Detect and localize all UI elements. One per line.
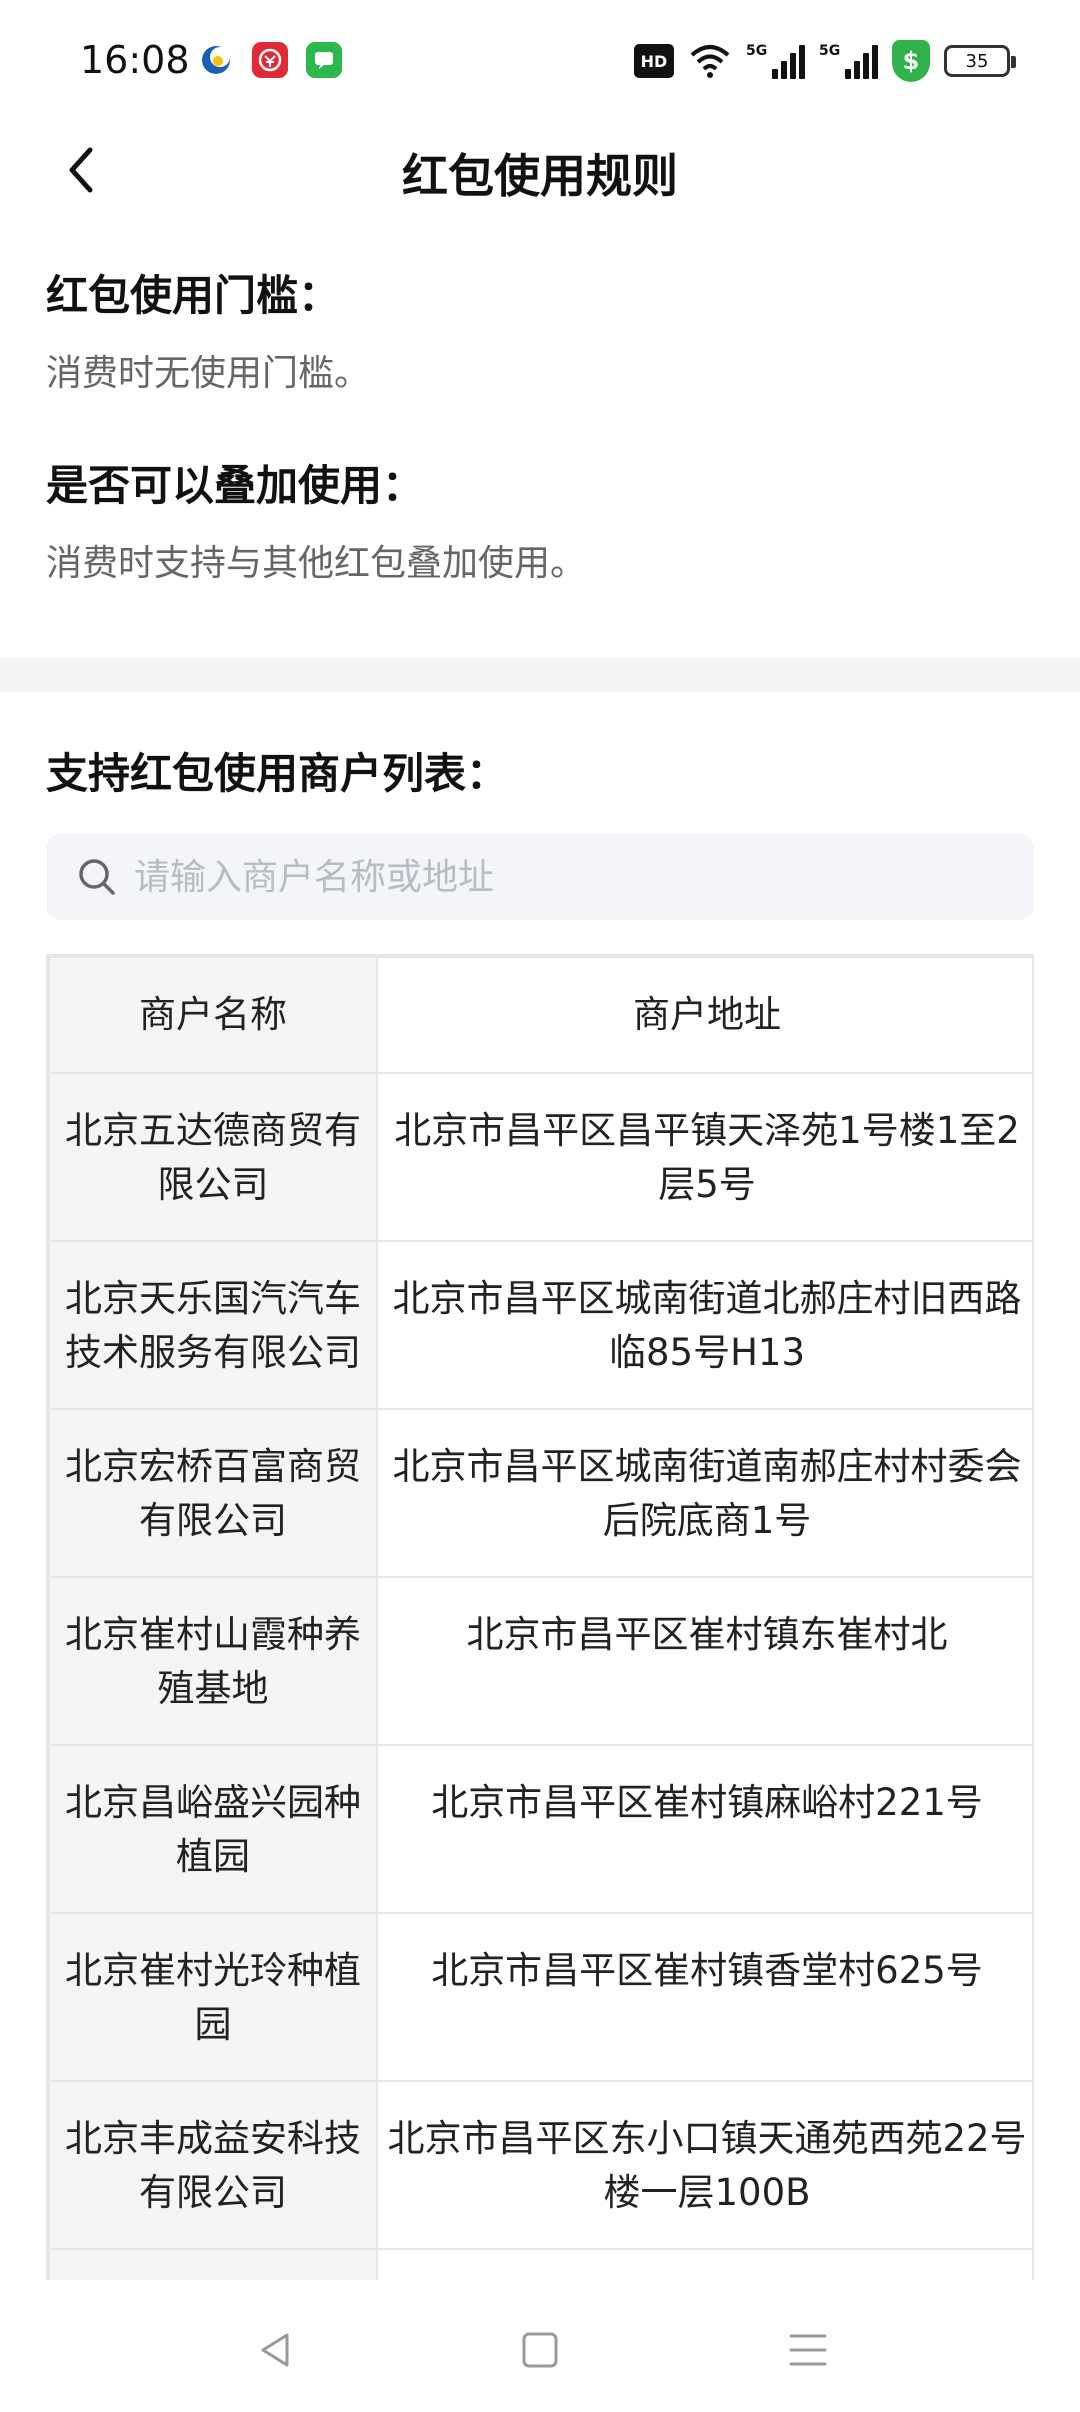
network-type-label: 5G: [819, 43, 841, 59]
battery-level: 35: [965, 50, 989, 72]
rule-text-threshold: 消费时无使用门槛。: [46, 353, 371, 394]
shield-icon: $: [892, 40, 930, 82]
merchant-name: [48, 2248, 378, 2280]
table-row: 北京宏桥百富商贸有限公司 北京市昌平区城南街道南郝庄村村委会后院底商1号: [48, 1408, 1032, 1578]
nav-menu-button[interactable]: [778, 2320, 838, 2380]
status-time: 16:08: [80, 38, 190, 82]
wechat-blue-moon-icon: [198, 42, 234, 78]
table-row: 北京崔村光玲种植园 北京市昌平区崔村镇香堂村625号: [48, 1912, 1032, 2082]
merchant-address: [376, 2248, 1032, 2280]
green-message-app-icon: [306, 42, 342, 78]
nav-home-button[interactable]: [510, 2320, 570, 2380]
hd-icon: HD: [634, 44, 674, 78]
battery-icon: 35: [944, 45, 1016, 77]
section-divider: [0, 658, 1080, 692]
search-icon: [79, 859, 115, 895]
page-header: 红包使用规则: [0, 122, 1080, 218]
signal-icon: 5G: [746, 43, 805, 79]
table-row: 北京五达德商贸有限公司 北京市昌平区昌平镇天泽苑1号楼1至2层5号: [48, 1072, 1032, 1242]
table-row: 北京崔村山霞种养殖基地 北京市昌平区崔村镇东崔村北: [48, 1576, 1032, 1746]
rule-heading-threshold: 红包使用门槛：: [46, 271, 341, 320]
merchant-name: 北京五达德商贸有限公司: [48, 1072, 378, 1242]
red-yuan-app-icon: [252, 42, 288, 78]
search-input[interactable]: [134, 856, 1014, 898]
table-row: 北京天乐国汽汽车技术服务有限公司 北京市昌平区城南街道北郝庄村旧西路临85号H1…: [48, 1240, 1032, 1410]
wifi-icon: [690, 45, 730, 78]
table-row: [48, 2248, 1032, 2280]
merchant-name: 北京昌峪盛兴园种植园: [48, 1744, 378, 1914]
page-title: 红包使用规则: [402, 149, 678, 203]
network-type-label: 5G: [746, 43, 768, 59]
merchant-name: 北京天乐国汽汽车技术服务有限公司: [48, 1240, 378, 1410]
signal-icon: 5G: [819, 43, 878, 79]
notification-icons: [198, 42, 342, 78]
table-row: 北京昌峪盛兴园种植园 北京市昌平区崔村镇麻峪村221号: [48, 1744, 1032, 1914]
menu-lines-icon: [789, 2334, 827, 2366]
merchant-address: 北京市昌平区昌平镇天泽苑1号楼1至2层5号: [376, 1072, 1032, 1242]
system-nav-bar: [0, 2280, 1080, 2412]
merchant-name: 北京丰成益安科技有限公司: [48, 2080, 378, 2250]
column-header-name: 商户名称: [48, 956, 378, 1074]
table-header-row: 商户名称 商户地址: [48, 956, 1032, 1074]
merchant-list-heading: 支持红包使用商户列表：: [46, 749, 509, 798]
search-bar[interactable]: [46, 834, 1034, 920]
merchant-name: 北京崔村山霞种养殖基地: [48, 1576, 378, 1746]
status-bar: 16:08 HD 5G 5G $ 35: [0, 0, 1080, 122]
rule-text-stacking: 消费时支持与其他红包叠加使用。: [46, 543, 587, 584]
home-square-icon: [522, 2332, 558, 2368]
merchant-address: 北京市昌平区城南街道北郝庄村旧西路临85号H13: [376, 1240, 1032, 1410]
back-triangle-icon: [261, 2333, 289, 2367]
merchant-address: 北京市昌平区崔村镇东崔村北: [376, 1576, 1032, 1746]
column-header-address: 商户地址: [376, 956, 1032, 1074]
merchant-address: 北京市昌平区崔村镇麻峪村221号: [376, 1744, 1032, 1914]
merchant-name: 北京崔村光玲种植园: [48, 1912, 378, 2082]
nav-back-button[interactable]: [246, 2320, 306, 2380]
merchant-address: 北京市昌平区东小口镇天通苑西苑22号楼一层100B: [376, 2080, 1032, 2250]
merchant-address: 北京市昌平区城南街道南郝庄村村委会后院底商1号: [376, 1408, 1032, 1578]
rule-heading-stacking: 是否可以叠加使用：: [46, 461, 425, 510]
merchant-name: 北京宏桥百富商贸有限公司: [48, 1408, 378, 1578]
merchant-table: 商户名称 商户地址 北京五达德商贸有限公司 北京市昌平区昌平镇天泽苑1号楼1至2…: [46, 954, 1034, 2280]
merchant-address: 北京市昌平区崔村镇香堂村625号: [376, 1912, 1032, 2082]
table-row: 北京丰成益安科技有限公司 北京市昌平区东小口镇天通苑西苑22号楼一层100B: [48, 2080, 1032, 2250]
status-indicators: HD 5G 5G $ 35: [634, 40, 1016, 82]
